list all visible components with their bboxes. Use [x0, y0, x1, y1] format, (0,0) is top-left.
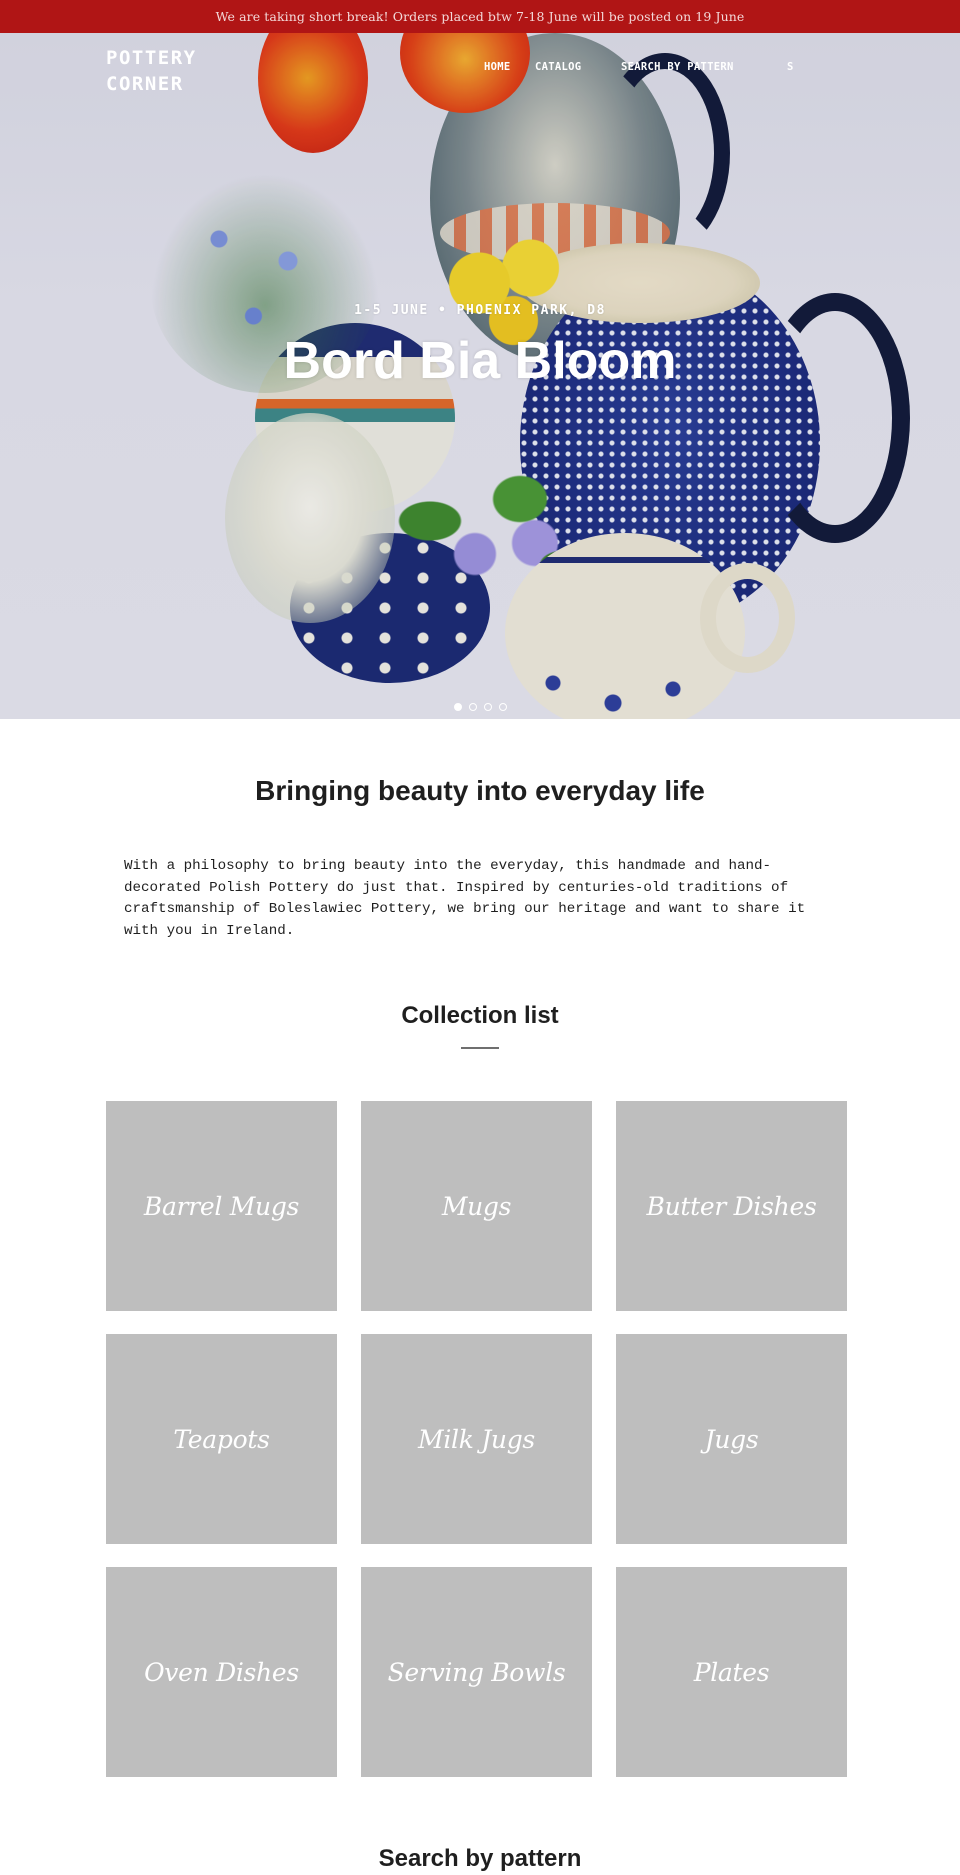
slide-dots [0, 703, 960, 711]
collection-label: Oven Dishes [144, 1657, 299, 1687]
collection-label: Barrel Mugs [143, 1191, 300, 1221]
collection-card-milk-jugs[interactable]: Milk Jugs [361, 1334, 592, 1544]
hero-title: Bord Bia Bloom [283, 332, 677, 390]
collection-card-plates[interactable]: Plates [616, 1567, 847, 1777]
hero-subtitle: 1-5 JUNE • PHOENIX PARK, D8 [354, 303, 606, 318]
slide-dot-3[interactable] [483, 703, 492, 711]
intro-body: With a philosophy to bring beauty into t… [124, 858, 806, 939]
slide-dot-4[interactable] [498, 703, 507, 711]
collection-card-teapots[interactable]: Teapots [106, 1334, 337, 1544]
collection-list-title: Collection list [401, 1002, 559, 1029]
collection-label: Mugs [441, 1191, 512, 1221]
collection-card-oven-dishes[interactable]: Oven Dishes [106, 1567, 337, 1777]
collection-label: Plates [693, 1657, 770, 1687]
intro-title: Bringing beauty into everyday life [255, 775, 705, 806]
collection-grid: Barrel Mugs Mugs Butter Dishes Teapots M… [106, 1101, 848, 1777]
slide-dot-2[interactable] [468, 703, 477, 711]
collection-card-jugs[interactable]: Jugs [616, 1334, 847, 1544]
collection-label: Serving Bowls [387, 1657, 566, 1687]
announcement-bar: We are taking short break! Orders placed… [0, 0, 960, 33]
collection-card-mugs[interactable]: Mugs [361, 1101, 592, 1311]
collection-label: Milk Jugs [418, 1424, 535, 1454]
announcement-text: We are taking short break! Orders placed… [215, 9, 745, 24]
collection-card-barrel-mugs[interactable]: Barrel Mugs [106, 1101, 337, 1311]
collection-label: Teapots [173, 1424, 270, 1454]
collection-card-butter-dishes[interactable]: Butter Dishes [616, 1101, 847, 1311]
hero-content: 1-5 JUNE • PHOENIX PARK, D8 Bord Bia Blo… [0, 33, 960, 719]
section-divider [461, 1047, 499, 1049]
collection-label: Jugs [704, 1424, 759, 1454]
search-by-pattern-title: Search by pattern [378, 1845, 582, 1872]
collection-label: Butter Dishes [646, 1191, 817, 1221]
slide-dot-1[interactable] [453, 703, 462, 711]
collection-card-serving-bowls[interactable]: Serving Bowls [361, 1567, 592, 1777]
